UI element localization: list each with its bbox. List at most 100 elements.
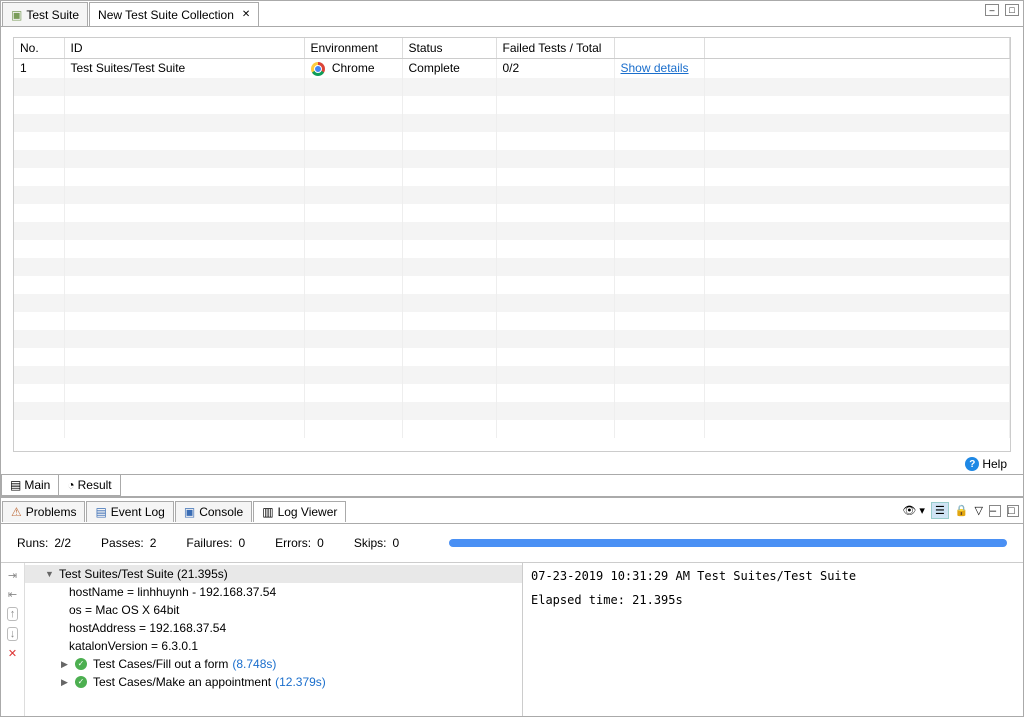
tree-tc1[interactable]: ▶ ✓ Test Cases/Fill out a form (8.748s) [25, 655, 522, 673]
cell-env: Chrome [304, 59, 402, 78]
tab-main[interactable]: ▤ Main [1, 475, 59, 496]
tree-addr-label: hostAddress = 192.168.37.54 [45, 621, 226, 635]
tab-logviewer[interactable]: ▥ Log Viewer [253, 501, 346, 522]
col-no[interactable]: No. [14, 38, 64, 59]
results-table-wrapper: No. ID Environment Status Failed Tests /… [13, 37, 1011, 452]
tab-console[interactable]: ▣ Console [175, 501, 252, 522]
passes-value: 2 [150, 536, 157, 550]
prev-icon[interactable]: ↑ [7, 607, 19, 621]
tree-view-icon[interactable]: ☰ [931, 502, 949, 519]
skips-label: Skips: [354, 536, 387, 550]
col-id[interactable]: ID [64, 38, 304, 59]
errors-label: Errors: [275, 536, 311, 550]
chrome-icon [311, 62, 325, 76]
tab-result[interactable]: ◔ Result [59, 475, 120, 496]
col-env[interactable]: Environment [304, 38, 402, 59]
failures-value: 0 [238, 536, 245, 550]
tab-eventlog[interactable]: ▤ Event Log [86, 501, 173, 522]
tree-ver[interactable]: katalonVersion = 6.3.0.1 [25, 637, 522, 655]
next-icon[interactable]: ↓ [7, 627, 19, 641]
stat-skips: Skips: 0 [354, 536, 399, 550]
runs-value: 2/2 [54, 536, 71, 550]
eye-icon[interactable]: 👁 ▾ [902, 504, 925, 517]
disclosure-closed-icon[interactable]: ▶ [61, 677, 71, 688]
logviewer-icon: ▥ [262, 505, 273, 519]
main-icon: ▤ [10, 478, 21, 492]
maximize-panel-icon[interactable]: □ [1007, 505, 1019, 517]
logviewer-label: Log Viewer [278, 505, 338, 519]
show-details-link[interactable]: Show details [621, 61, 689, 75]
tc1-time: (8.748s) [232, 657, 276, 671]
cell-link: Show details [614, 59, 704, 78]
progress-bar [449, 539, 1007, 547]
tab-collection[interactable]: New Test Suite Collection ✕ [89, 2, 259, 26]
table-body: 1 Test Suites/Test Suite Chrome Complete… [14, 59, 1010, 438]
disclosure-open-icon[interactable]: ▼ [45, 569, 55, 579]
help-row: ? Help [13, 452, 1011, 474]
skips-value: 0 [393, 536, 400, 550]
stat-runs: Runs: 2/2 [17, 536, 71, 550]
delete-icon[interactable]: ✕ [8, 647, 17, 660]
eventlog-icon: ▤ [95, 505, 106, 519]
cell-id: Test Suites/Test Suite [64, 59, 304, 78]
tab-test-suite[interactable]: ▣ Test Suite [2, 2, 88, 26]
result-label: Result [78, 478, 112, 492]
tree-host-label: hostName = linhhuynh - 192.168.37.54 [45, 585, 276, 599]
tree-root-label: Test Suites/Test Suite (21.395s) [59, 567, 228, 581]
bottom-tabs: ⚠ Problems ▤ Event Log ▣ Console ▥ Log V… [1, 498, 1023, 524]
table-header-row: No. ID Environment Status Failed Tests /… [14, 38, 1010, 59]
bottom-panel: ⚠ Problems ▤ Event Log ▣ Console ▥ Log V… [1, 496, 1023, 716]
close-icon[interactable]: ✕ [242, 9, 250, 20]
col-blank2[interactable] [704, 38, 1010, 59]
tree-host[interactable]: hostName = linhhuynh - 192.168.37.54 [25, 583, 522, 601]
results-table: No. ID Environment Status Failed Tests /… [14, 38, 1010, 438]
cell-failed: 0/2 [496, 59, 614, 78]
eventlog-label: Event Log [111, 505, 165, 519]
help-icon[interactable]: ? [965, 457, 979, 471]
tab-problems[interactable]: ⚠ Problems [2, 501, 85, 522]
passes-label: Passes: [101, 536, 144, 550]
console-label: Console [199, 505, 243, 519]
window-controls: ‒ □ [985, 4, 1019, 16]
col-blank1[interactable] [614, 38, 704, 59]
main-area: No. ID Environment Status Failed Tests /… [1, 27, 1023, 474]
cell-no: 1 [14, 59, 64, 78]
menu-icon[interactable]: ▽ [975, 504, 983, 517]
disclosure-closed-icon[interactable]: ▶ [61, 659, 71, 670]
log-line-1: 07-23-2019 10:31:29 AM Test Suites/Test … [531, 569, 1015, 583]
app-container: ▣ Test Suite New Test Suite Collection ✕… [0, 0, 1024, 717]
tc2-label: Test Cases/Make an appointment [93, 675, 271, 689]
col-failed[interactable]: Failed Tests / Total [496, 38, 614, 59]
maximize-icon[interactable]: □ [1005, 4, 1019, 16]
table-row[interactable]: 1 Test Suites/Test Suite Chrome Complete… [14, 59, 1010, 78]
pass-icon: ✓ [75, 658, 87, 670]
tree-tc2[interactable]: ▶ ✓ Test Cases/Make an appointment (12.3… [25, 673, 522, 691]
tab-label: Test Suite [26, 8, 79, 22]
env-name: Chrome [332, 61, 375, 75]
stats-row: Runs: 2/2 Passes: 2 Failures: 0 Errors: … [1, 524, 1023, 562]
failures-label: Failures: [186, 536, 232, 550]
main-label: Main [24, 478, 50, 492]
tree-addr[interactable]: hostAddress = 192.168.37.54 [25, 619, 522, 637]
log-line-2: Elapsed time: 21.395s [531, 593, 1015, 607]
tree-os-label: os = Mac OS X 64bit [45, 603, 179, 617]
stat-errors: Errors: 0 [275, 536, 324, 550]
log-gutter: ⇥ ⇤ ↑ ↓ ✕ [1, 563, 25, 716]
minimize-panel-icon[interactable]: ‒ [989, 505, 1001, 517]
tree-root[interactable]: ▼ Test Suites/Test Suite (21.395s) [25, 565, 522, 583]
minimize-icon[interactable]: ‒ [985, 4, 999, 16]
expand-all-icon[interactable]: ⇥ [8, 569, 17, 582]
stat-passes: Passes: 2 [101, 536, 156, 550]
console-icon: ▣ [184, 505, 195, 519]
col-status[interactable]: Status [402, 38, 496, 59]
lock-icon[interactable]: 🔒 [955, 504, 969, 517]
tc1-label: Test Cases/Fill out a form [93, 657, 228, 671]
tc2-time: (12.379s) [275, 675, 326, 689]
tree-ver-label: katalonVersion = 6.3.0.1 [45, 639, 198, 653]
help-label[interactable]: Help [982, 457, 1007, 471]
tree-os[interactable]: os = Mac OS X 64bit [25, 601, 522, 619]
log-tree[interactable]: ▼ Test Suites/Test Suite (21.395s) hostN… [25, 563, 523, 716]
cell-status: Complete [402, 59, 496, 78]
collapse-all-icon[interactable]: ⇤ [8, 588, 17, 601]
log-output[interactable]: 07-23-2019 10:31:29 AM Test Suites/Test … [523, 563, 1023, 716]
